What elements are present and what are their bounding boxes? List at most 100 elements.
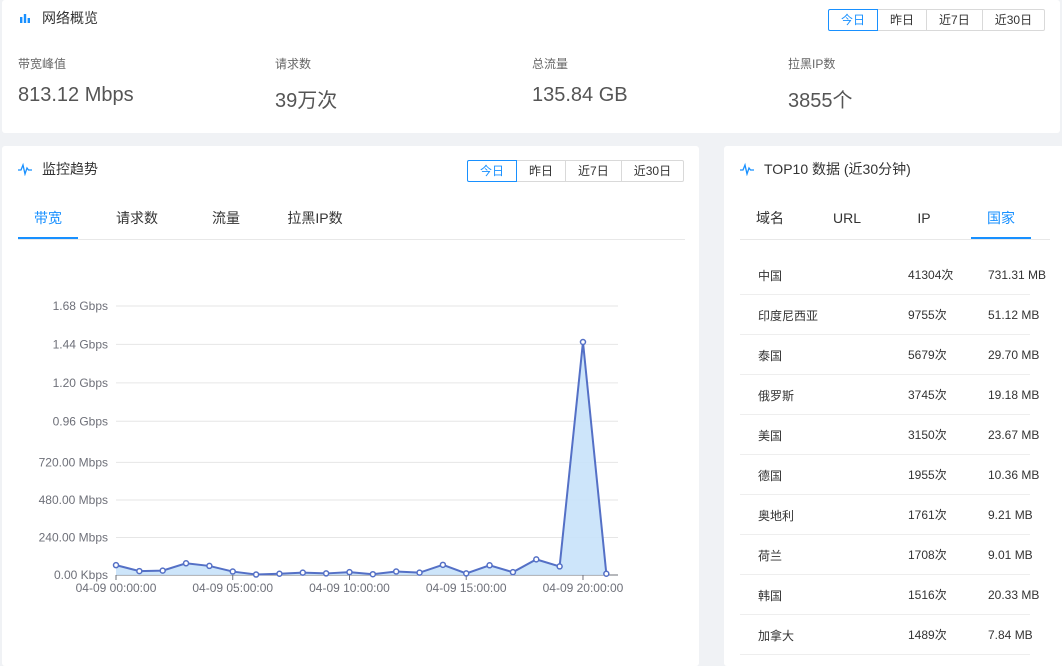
row-requests: 1489次	[908, 628, 947, 642]
data-point	[603, 570, 610, 577]
table-row: 韩国 1516次 20.33 MB	[740, 575, 1039, 615]
x-tick-label: 04-09 05:00:00	[192, 581, 273, 595]
row-requests: 5679次	[908, 348, 947, 362]
overview-range-7d[interactable]: 近7日	[926, 9, 983, 31]
stat-value: 3855个	[788, 90, 853, 112]
data-point	[159, 567, 166, 574]
row-requests: 3150次	[908, 428, 947, 442]
trend-card: 监控趋势 今日 昨日 近7日 近30日 带宽 请求数 流量 拉黑IP数 0.00…	[2, 146, 699, 666]
data-point	[136, 567, 143, 575]
bar-chart-icon	[20, 14, 30, 23]
overview-range-30d[interactable]: 近30日	[981, 9, 1046, 31]
top10-title: TOP10 数据 (近30分钟)	[740, 159, 911, 179]
data-point	[369, 570, 377, 578]
trend-range-today[interactable]: 今日	[467, 160, 518, 182]
row-country: 美国	[758, 428, 783, 443]
data-point	[416, 569, 423, 576]
trend-range-7d[interactable]: 近7日	[565, 160, 622, 182]
overview-title: 网络概览	[18, 8, 98, 28]
data-point	[322, 570, 330, 577]
stat-label: 带宽峰值	[18, 57, 67, 71]
pulse-icon	[740, 162, 754, 176]
data-point	[533, 556, 540, 563]
y-tick-label: 1.44 Gbps	[53, 337, 108, 351]
data-point	[229, 568, 236, 575]
table-row: 泰国 5679次 29.70 MB	[740, 335, 1039, 375]
row-requests: 9755次	[908, 308, 947, 322]
data-point	[252, 571, 260, 578]
data-point	[346, 568, 353, 576]
data-point	[509, 568, 517, 576]
stat-requests: 请求数 39万次	[275, 55, 337, 113]
row-country: 德国	[758, 468, 783, 483]
tab-blocked-ips[interactable]: 拉黑IP数	[285, 201, 345, 239]
stat-value: 135.84 GB	[532, 84, 628, 106]
y-tick-label: 720.00 Mbps	[39, 455, 108, 469]
y-tick-label: 0.00 Kbps	[54, 568, 108, 582]
table-row: 印度尼西亚 9755次 51.12 MB	[740, 295, 1039, 335]
row-requests: 1955次	[908, 468, 947, 482]
series-line	[115, 341, 608, 576]
table-row: 俄罗斯 3745次 19.18 MB	[740, 375, 1039, 415]
row-traffic: 20.33 MB	[988, 588, 1040, 602]
row-traffic: 7.84 MB	[988, 628, 1033, 642]
trend-range-30d[interactable]: 近30日	[620, 160, 685, 182]
x-tick-label: 04-09 00:00:00	[76, 581, 157, 595]
y-tick-label: 480.00 Mbps	[39, 493, 108, 507]
data-point	[206, 562, 213, 570]
data-point	[462, 570, 470, 577]
stat-label: 总流量	[532, 57, 569, 71]
y-tick-label: 1.68 Gbps	[53, 299, 108, 313]
data-point	[276, 570, 283, 577]
trend-range-group: 今日 昨日 近7日 近30日	[467, 160, 685, 182]
tab-traffic[interactable]: 流量	[196, 201, 256, 239]
row-country: 加拿大	[758, 628, 795, 643]
x-tick-label: 04-09 20:00:00	[543, 581, 624, 595]
tab-url[interactable]: URL	[817, 201, 877, 239]
row-traffic: 9.01 MB	[988, 548, 1033, 562]
trend-title: 监控趋势	[18, 159, 98, 179]
data-point	[556, 563, 563, 570]
x-tick-label: 04-09 15:00:00	[426, 581, 507, 595]
data-point	[439, 561, 447, 569]
row-country: 荷兰	[758, 548, 783, 563]
row-requests: 1708次	[908, 548, 947, 562]
table-row: 奥地利 1761次 9.21 MB	[740, 495, 1033, 535]
row-traffic: 19.18 MB	[988, 388, 1040, 402]
row-traffic: 731.31 MB	[988, 268, 1047, 282]
data-point	[182, 560, 190, 567]
row-traffic: 23.67 MB	[988, 428, 1040, 442]
tab-country[interactable]: 国家	[971, 201, 1031, 239]
row-traffic: 10.36 MB	[988, 468, 1040, 482]
data-point	[112, 561, 120, 569]
stat-value: 39万次	[275, 90, 338, 112]
row-traffic: 9.21 MB	[988, 508, 1033, 522]
table-row: 荷兰 1708次 9.01 MB	[740, 535, 1033, 575]
overview-range-today[interactable]: 今日	[828, 9, 879, 31]
stat-total-traffic: 总流量 135.84 GB	[532, 55, 628, 107]
data-point	[392, 568, 400, 575]
stat-label: 请求数	[275, 57, 312, 71]
tab-requests[interactable]: 请求数	[107, 201, 167, 239]
row-country: 韩国	[758, 588, 783, 603]
trend-title-text: 监控趋势	[42, 161, 98, 177]
row-requests: 1761次	[908, 508, 947, 522]
tab-bandwidth[interactable]: 带宽	[18, 201, 78, 239]
table-row: 德国 1955次 10.36 MB	[740, 455, 1039, 495]
overview-range-yesterday[interactable]: 昨日	[877, 9, 928, 31]
trend-range-yesterday[interactable]: 昨日	[516, 160, 567, 182]
y-tick-label: 240.00 Mbps	[39, 530, 108, 544]
top10-card: TOP10 数据 (近30分钟) 域名 URL IP 国家 中国 41304次 …	[724, 146, 1062, 666]
top10-tabs: 域名 URL IP 国家	[740, 201, 1050, 240]
x-tick-label: 04-09 10:00:00	[309, 581, 390, 595]
series-area	[116, 342, 607, 575]
row-country: 俄罗斯	[758, 388, 795, 403]
tab-ip[interactable]: IP	[894, 201, 954, 239]
tab-domain[interactable]: 域名	[740, 201, 800, 239]
stat-blocked-ips: 拉黑IP数 3855个	[788, 55, 853, 113]
trend-tabs: 带宽 请求数 流量 拉黑IP数	[18, 201, 685, 240]
row-requests: 1516次	[908, 588, 947, 602]
table-row: 美国 3150次 23.67 MB	[740, 415, 1039, 455]
table-row: 加拿大 1489次 7.84 MB	[740, 615, 1033, 655]
overview-title-text: 网络概览	[42, 10, 98, 26]
